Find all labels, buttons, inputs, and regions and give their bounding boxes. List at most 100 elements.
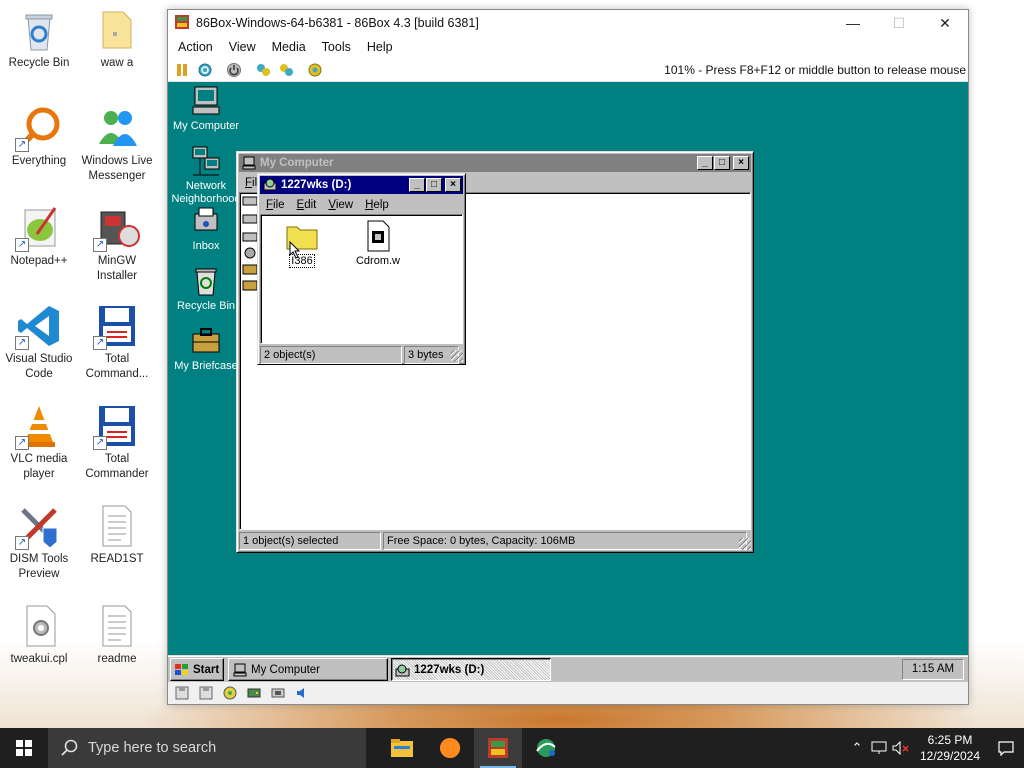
- cdrom-icon[interactable]: [221, 685, 239, 701]
- minimize-button[interactable]: —: [830, 10, 876, 36]
- taskbar-app-86box[interactable]: [474, 728, 522, 768]
- windows-logo-icon: [16, 740, 32, 756]
- desktop-icon-vlc[interactable]: ↗ VLC media player: [0, 402, 78, 482]
- desktop-icon-recycle-bin[interactable]: Recycle Bin: [0, 6, 78, 71]
- close-button[interactable]: ✕: [922, 10, 968, 36]
- cd-drive-statusbar: 2 object(s) 3 bytes: [260, 346, 463, 364]
- minimize-button[interactable]: _: [409, 178, 425, 192]
- menu-file[interactable]: File: [260, 199, 291, 211]
- windows-start-button[interactable]: [0, 728, 48, 768]
- notification-center-button[interactable]: [988, 740, 1024, 756]
- volume-muted-icon[interactable]: [890, 728, 912, 768]
- system-tray: ⌃ 6:25 PM 12/29/2024: [846, 728, 1024, 768]
- w95-icon-network-neighborhood[interactable]: Network Neighborhood: [168, 144, 244, 206]
- my-computer-controls: _ □ ×: [696, 156, 749, 170]
- w95-taskbar: Start My Computer 1227wks (D:) 1:15 AM: [168, 655, 968, 682]
- dism-tools-icon: ↗: [15, 502, 63, 550]
- menu-view[interactable]: View: [322, 199, 359, 211]
- close-button[interactable]: ×: [733, 156, 749, 170]
- desktop-icon-mingw[interactable]: ↗ MinGW Installer: [78, 204, 156, 284]
- settings-button[interactable]: [305, 60, 325, 80]
- w95-icon-recycle-bin[interactable]: Recycle Bin: [168, 264, 244, 313]
- menu-media[interactable]: Media: [264, 40, 314, 54]
- my-computer-titlebar[interactable]: My Computer _ □ ×: [239, 154, 751, 172]
- 86box-toolbar: 101% - Press F8+F12 or middle button to …: [168, 58, 968, 82]
- reset-button[interactable]: [195, 60, 215, 80]
- taskbar-button-cd-drive[interactable]: 1227wks (D:): [391, 658, 551, 681]
- mingw-installer-icon: ↗: [93, 204, 141, 252]
- start-button[interactable]: Start: [170, 658, 224, 681]
- menu-tools[interactable]: Tools: [314, 40, 359, 54]
- resize-grip[interactable]: [451, 350, 463, 362]
- total-commander-icon: ↗: [93, 402, 141, 450]
- 86box-window[interactable]: 86Box-Windows-64-b6381 - 86Box 4.3 [buil…: [167, 9, 969, 705]
- pause-button[interactable]: [172, 60, 192, 80]
- taskbar-app-network-tool[interactable]: [522, 728, 570, 768]
- menu-help[interactable]: Help: [359, 40, 401, 54]
- shortcut-arrow-icon: ↗: [15, 138, 29, 152]
- close-button[interactable]: ×: [445, 178, 461, 192]
- menu-help[interactable]: Help: [359, 199, 395, 211]
- taskbar-button-my-computer[interactable]: My Computer: [228, 658, 388, 681]
- emulated-screen[interactable]: My Computer Network Neighborhood Inbox R…: [168, 82, 968, 682]
- ctrl-alt-del-icon: [257, 63, 270, 76]
- desktop-icon-dism-tools[interactable]: ↗ DISM Tools Preview: [0, 502, 78, 582]
- menu-edit[interactable]: Edit: [291, 199, 323, 211]
- floppy-a-icon[interactable]: [173, 685, 191, 701]
- cdrom-drive-icon: [395, 664, 410, 676]
- network-app-icon: [536, 739, 556, 757]
- desktop-icon-readme[interactable]: readme: [78, 602, 156, 667]
- desktop-icon-waw-a[interactable]: waw a: [78, 6, 156, 71]
- total-commander-64-icon: ↗: [93, 302, 141, 350]
- mouse-cursor-icon: [289, 241, 301, 259]
- ctrl-alt-del-button[interactable]: [253, 60, 273, 80]
- desktop-icon-read1st[interactable]: READ1ST: [78, 502, 156, 567]
- desktop-icon-total-commander-64[interactable]: ↗ Total Command...: [78, 302, 156, 382]
- host-taskbar: Type here to search ⌃ 6:25 PM 12/29/2024: [0, 728, 1024, 768]
- desktop-icon-messenger[interactable]: Windows Live Messenger: [78, 104, 156, 184]
- resize-grip[interactable]: [739, 538, 751, 550]
- file-item-cdrom-w[interactable]: Cdrom.w: [343, 219, 413, 267]
- maximize-button[interactable]: □: [426, 178, 442, 192]
- cd-drive-window[interactable]: 1227wks (D:) _ □ × File Edit View Help I…: [257, 173, 466, 365]
- desktop-icon-vscode[interactable]: ↗ Visual Studio Code: [0, 302, 78, 382]
- menu-action[interactable]: Action: [170, 40, 221, 54]
- text-document-icon: [93, 602, 141, 650]
- 86box-titlebar[interactable]: 86Box-Windows-64-b6381 - 86Box 4.3 [buil…: [168, 10, 968, 36]
- my-computer-icon: [233, 663, 247, 676]
- 86box-statusbar: [168, 682, 968, 704]
- taskbar-search-box[interactable]: Type here to search: [48, 728, 366, 768]
- network-neighborhood-icon: [189, 144, 223, 178]
- hard-disk-icon[interactable]: [245, 685, 263, 701]
- w95-icon-my-briefcase[interactable]: My Briefcase: [168, 324, 244, 373]
- power-button[interactable]: [224, 60, 244, 80]
- cd-drive-titlebar[interactable]: 1227wks (D:) _ □ ×: [260, 176, 463, 194]
- desktop-icon-total-commander[interactable]: ↗ Total Commander: [78, 402, 156, 482]
- menu-view[interactable]: View: [221, 40, 264, 54]
- 86box-app-icon: [174, 14, 190, 33]
- network-icon[interactable]: [269, 685, 287, 701]
- cd-drive-content[interactable]: I386 Cdrom.w: [260, 214, 463, 344]
- network-tray-icon[interactable]: [868, 728, 890, 768]
- floppy-b-icon[interactable]: [197, 685, 215, 701]
- w95-icon-my-computer[interactable]: My Computer: [168, 84, 244, 133]
- sound-icon[interactable]: [293, 685, 311, 701]
- taskbar-clock[interactable]: 6:25 PM 12/29/2024: [912, 732, 988, 764]
- mouse-capture-status: 101% - Press F8+F12 or middle button to …: [664, 62, 966, 77]
- shortcut-arrow-icon: ↗: [15, 336, 29, 350]
- maximize-button[interactable]: □: [714, 156, 730, 170]
- ctrl-alt-esc-button[interactable]: [276, 60, 296, 80]
- vlc-icon: ↗: [15, 402, 63, 450]
- w95-icon-inbox[interactable]: Inbox: [168, 204, 244, 253]
- settings-icon: [308, 63, 322, 76]
- desktop-icon-tweakui[interactable]: tweakui.cpl: [0, 602, 78, 667]
- desktop-icon-everything[interactable]: ↗ Everything: [0, 104, 78, 169]
- taskbar-app-firefox[interactable]: [426, 728, 474, 768]
- 86box-window-controls: — ☐ ✕: [830, 10, 968, 36]
- chevron-up-icon[interactable]: ⌃: [846, 728, 868, 768]
- maximize-button[interactable]: ☐: [876, 10, 922, 36]
- taskbar-app-file-explorer[interactable]: [378, 728, 426, 768]
- desktop-icon-notepad-plus[interactable]: ↗ Notepad++: [0, 204, 78, 269]
- minimize-button[interactable]: _: [697, 156, 713, 170]
- my-computer-statusbar: 1 object(s) selected Free Space: 0 bytes…: [239, 532, 751, 550]
